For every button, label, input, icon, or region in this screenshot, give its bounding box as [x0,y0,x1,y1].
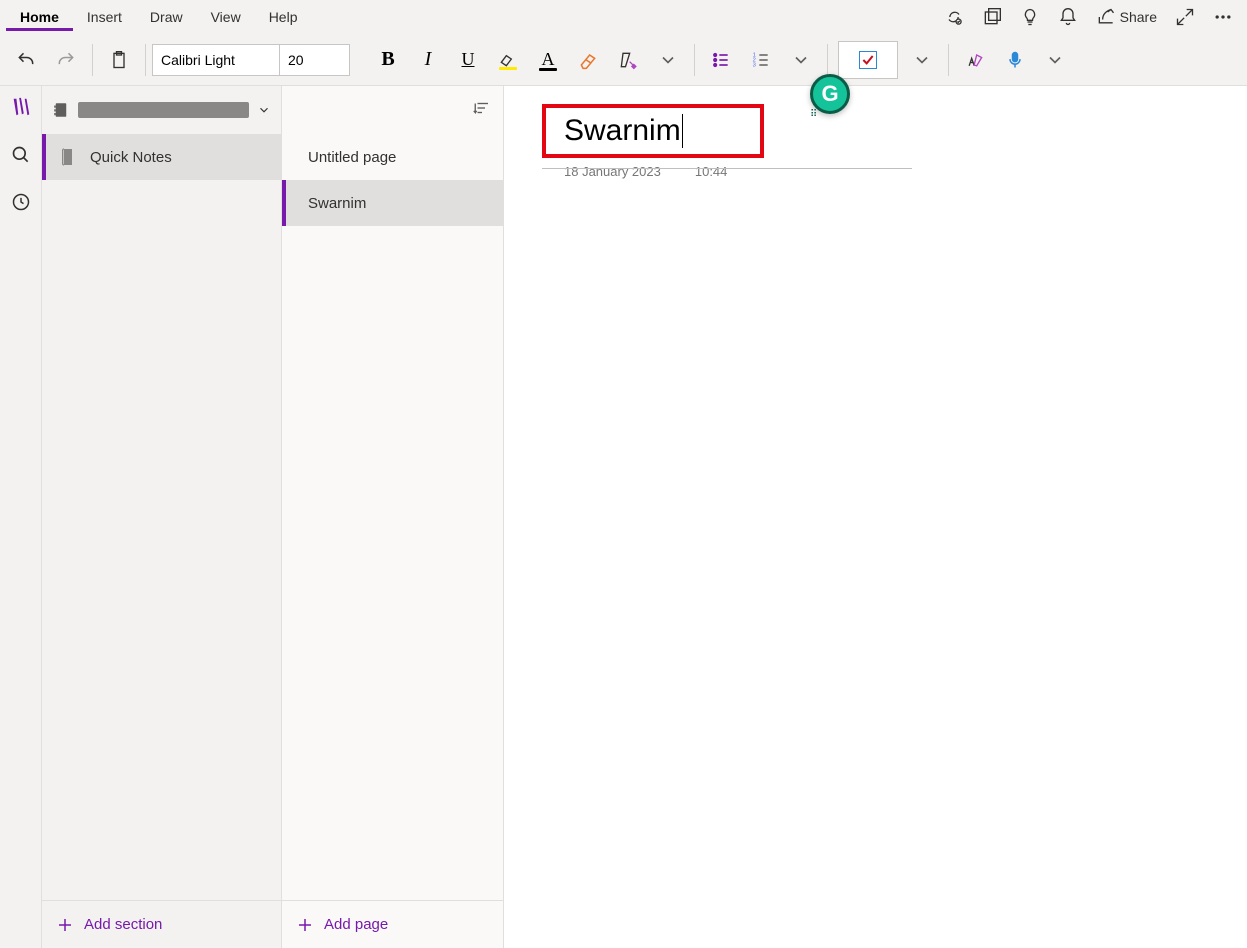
main-area: Quick Notes Add section Untitled page Sw… [0,86,1247,948]
underline-button[interactable]: U [448,40,488,80]
sync-status-icon[interactable] [944,7,964,27]
dictate-button[interactable] [995,40,1035,80]
bold-button[interactable]: B [368,40,408,80]
menu-home[interactable]: Home [6,3,73,31]
nav-rail [0,86,42,948]
page-label: Untitled page [308,149,396,166]
search-icon[interactable] [11,145,31,170]
highlight-button[interactable] [488,40,528,80]
numbered-list-button[interactable]: 1 2 3 [741,40,781,80]
notifications-icon[interactable] [1058,7,1078,27]
pages-panel: Untitled page Swarnim Add page [282,86,504,948]
share-button[interactable]: Share [1096,7,1157,27]
bullet-list-button[interactable] [701,40,741,80]
grammarly-icon: G [810,74,850,114]
drag-handle-icon: ⠿ [810,109,817,120]
title-underline [542,168,912,169]
chevron-down-icon [257,103,271,117]
voice-dropdown[interactable] [1035,40,1075,80]
section-icon [60,147,76,167]
share-label: Share [1120,9,1157,25]
ink-to-text-button[interactable] [955,40,995,80]
open-in-app-icon[interactable] [982,7,1002,27]
styles-button[interactable] [608,40,648,80]
add-page-label: Add page [324,916,388,933]
page-title-input[interactable]: Swarnim [542,104,764,158]
fullscreen-icon[interactable] [1175,7,1195,27]
styles-dropdown[interactable] [648,40,688,80]
grammarly-widget[interactable]: G ⠿ [810,74,856,120]
add-section-button[interactable]: Add section [42,900,281,948]
section-label: Quick Notes [90,149,172,166]
sort-pages-icon[interactable] [473,99,491,122]
plus-icon [56,916,74,934]
notebook-name-placeholder [78,102,249,118]
add-section-label: Add section [84,916,162,933]
page-title-text: Swarnim [564,114,683,148]
ribbon-toolbar: Calibri Light 20 B I U A [0,34,1247,86]
note-canvas[interactable]: Swarnim 18 January 2023 10:44 [504,86,1247,948]
more-icon[interactable] [1213,7,1233,27]
sections-panel: Quick Notes Add section [42,86,282,948]
menu-insert[interactable]: Insert [73,3,136,31]
undo-button[interactable] [6,40,46,80]
page-label: Swarnim [308,195,366,212]
menu-view[interactable]: View [197,3,255,31]
clipboard-button[interactable] [99,40,139,80]
recent-icon[interactable] [11,192,31,217]
note-time: 10:44 [695,164,728,179]
menu-help[interactable]: Help [255,3,312,31]
tips-icon[interactable] [1020,7,1040,27]
page-item-untitled[interactable]: Untitled page [282,134,503,180]
clear-formatting-button[interactable] [568,40,608,80]
svg-text:3: 3 [753,62,756,68]
plus-icon [296,916,314,934]
font-name-input[interactable]: Calibri Light [152,44,280,76]
italic-button[interactable]: I [408,40,448,80]
menu-bar: Home Insert Draw View Help [0,0,1247,34]
redo-button[interactable] [46,40,86,80]
section-item-quick-notes[interactable]: Quick Notes [42,134,281,180]
page-item-swarnim[interactable]: Swarnim [282,180,503,226]
notebook-selector[interactable] [42,86,281,134]
font-color-button[interactable]: A [528,40,568,80]
menu-draw[interactable]: Draw [136,3,197,31]
notebooks-icon[interactable] [10,96,32,123]
tags-dropdown[interactable] [902,40,942,80]
note-date: 18 January 2023 [564,164,661,179]
font-size-input[interactable]: 20 [280,44,350,76]
add-page-button[interactable]: Add page [282,900,503,948]
